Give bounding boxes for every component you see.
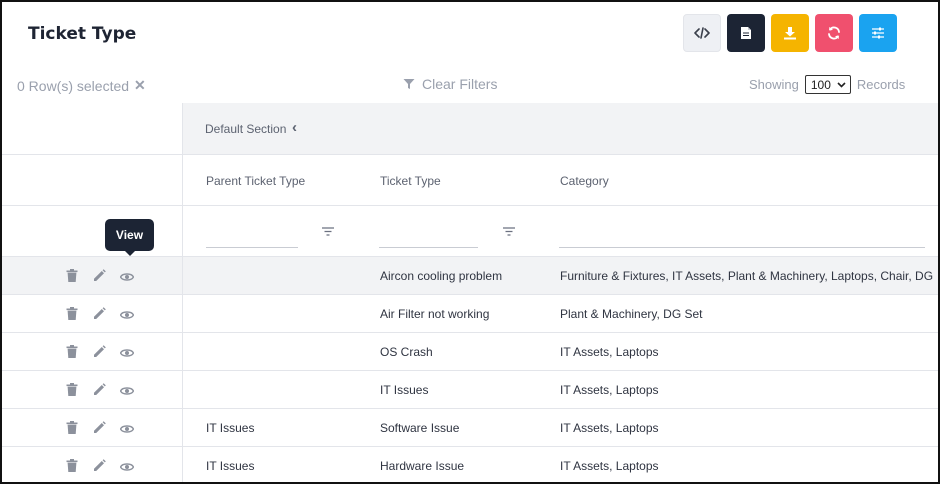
section-header-row: Default Section ‹	[2, 103, 938, 155]
ticket-type-cell: OS Crash	[380, 345, 433, 359]
row-actions-cell	[2, 371, 183, 408]
column-header-row: Parent Ticket Type Ticket Type Category	[2, 155, 938, 206]
selected-count: 0 Row(s) selected	[17, 77, 130, 94]
page-title: Ticket Type	[28, 24, 137, 44]
clear-filters-button[interactable]: Clear Filters	[403, 76, 497, 92]
ticket-type-cell: IT Issues	[380, 383, 429, 397]
chevron-down-icon	[837, 81, 846, 88]
delete-icon[interactable]	[66, 459, 80, 473]
view-tooltip: View	[105, 219, 154, 256]
category-cell: Furniture & Fixtures, IT Assets, Plant &…	[560, 269, 934, 283]
view-icon[interactable]	[119, 459, 135, 473]
column-settings-button[interactable]	[859, 14, 897, 52]
table-row: IT Issues Hardware Issue IT Assets, Laptop…	[2, 447, 938, 482]
toolbar	[683, 14, 897, 52]
view-icon[interactable]	[119, 269, 135, 283]
table-row: Aircon cooling problem Furniture & Fixtur…	[2, 257, 938, 295]
pdf-export-button[interactable]	[727, 14, 765, 52]
view-icon[interactable]	[119, 383, 135, 397]
row-actions-cell	[2, 333, 183, 370]
delete-icon[interactable]	[66, 421, 80, 435]
row-selection-status: 0 Row(s) selected ✕	[17, 77, 146, 94]
column-header-parent-ticket-type[interactable]: Parent Ticket Type	[206, 174, 305, 188]
delete-icon[interactable]	[66, 345, 80, 359]
records-label: Records	[856, 77, 906, 92]
sliders-icon	[872, 27, 884, 39]
ticket-type-panel: Ticket Type 0 Row(s) selected ✕ Clear Fi…	[0, 0, 940, 484]
table-row: Air Filter not working Plant & Machinery,…	[2, 295, 938, 333]
showing-label: Showing	[749, 77, 799, 92]
section-collapse-icon[interactable]: ‹	[292, 119, 297, 136]
header-left-cell	[2, 155, 183, 205]
code-view-button[interactable]	[683, 14, 721, 52]
clear-filters-label: Clear Filters	[422, 76, 498, 92]
ticket-type-cell: Aircon cooling problem	[380, 269, 503, 283]
ticket-type-filter-input[interactable]	[379, 247, 478, 248]
category-cell: IT Assets, Laptops	[560, 459, 659, 473]
row-actions-cell	[2, 257, 183, 294]
parent-ticket-type-filter-icon[interactable]	[322, 227, 334, 236]
download-button[interactable]	[771, 14, 809, 52]
edit-icon[interactable]	[93, 459, 107, 473]
column-header-category[interactable]: Category	[560, 174, 609, 188]
delete-icon[interactable]	[66, 307, 80, 321]
view-icon[interactable]	[119, 307, 135, 321]
category-cell: IT Assets, Laptops	[560, 421, 659, 435]
refresh-icon	[828, 26, 840, 40]
category-cell: IT Assets, Laptops	[560, 383, 659, 397]
code-icon	[694, 27, 710, 39]
file-icon	[741, 27, 751, 39]
section-group-cell: Default Section ‹	[183, 103, 938, 154]
filter-icon	[403, 79, 415, 89]
view-icon[interactable]	[119, 345, 135, 359]
delete-icon[interactable]	[66, 269, 80, 283]
page-size-value: 100	[810, 77, 831, 92]
ticket-type-filter-icon[interactable]	[503, 227, 515, 236]
download-icon	[784, 27, 796, 40]
ticket-type-cell: Hardware Issue	[380, 459, 465, 473]
edit-icon[interactable]	[93, 269, 107, 283]
category-cell: Plant & Machinery, DG Set	[560, 307, 703, 321]
edit-icon[interactable]	[93, 307, 107, 321]
view-icon[interactable]	[119, 421, 135, 435]
category-cell: IT Assets, Laptops	[560, 345, 659, 359]
edit-icon[interactable]	[93, 383, 107, 397]
delete-icon[interactable]	[66, 383, 80, 397]
row-actions-cell	[2, 447, 183, 482]
refresh-button[interactable]	[815, 14, 853, 52]
section-label: Default Section	[205, 122, 287, 136]
table-row: OS Crash IT Assets, Laptops	[2, 333, 938, 371]
column-header-ticket-type[interactable]: Ticket Type	[380, 174, 441, 188]
parent-ticket-type-cell: IT Issues	[206, 459, 255, 473]
page-size-select[interactable]: 100	[804, 75, 851, 94]
table-row: IT Issues IT Assets, Laptops	[2, 371, 938, 409]
page-size-control: Showing 100 Records	[749, 75, 905, 94]
edit-icon[interactable]	[93, 421, 107, 435]
category-filter-input[interactable]	[559, 247, 925, 248]
table-row: IT Issues Software Issue IT Assets, Laptop…	[2, 409, 938, 447]
filter-left-cell	[2, 206, 183, 256]
ticket-type-cell: Air Filter not working	[380, 307, 490, 321]
parent-ticket-type-cell: IT Issues	[206, 421, 255, 435]
parent-ticket-type-filter-input[interactable]	[206, 247, 298, 248]
edit-icon[interactable]	[93, 345, 107, 359]
ticket-type-cell: Software Issue	[380, 421, 460, 435]
row-actions-cell	[2, 409, 183, 446]
clear-selection-icon[interactable]: ✕	[134, 77, 146, 94]
section-left-cell	[2, 103, 183, 154]
row-actions-cell	[2, 295, 183, 332]
